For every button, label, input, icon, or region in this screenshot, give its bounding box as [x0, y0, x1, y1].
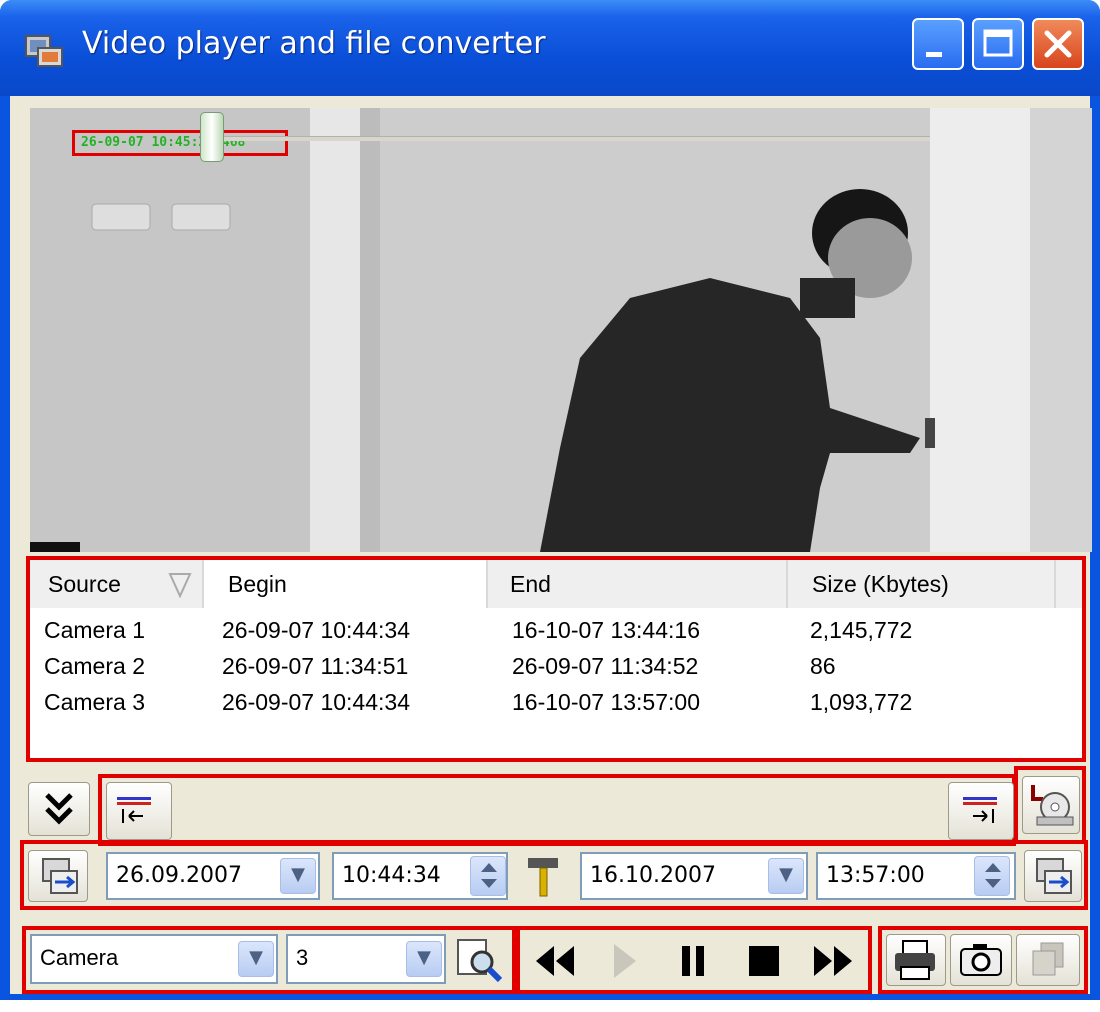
cell-begin: 26-09-07 10:44:34	[222, 689, 410, 715]
cell-source: Camera 1	[44, 617, 145, 643]
start-time-value: 10:44:34	[342, 863, 441, 888]
seek-slider-thumb[interactable]	[200, 112, 224, 162]
column-header-source[interactable]: Source	[48, 560, 121, 608]
cell-source: Camera 3	[44, 689, 145, 715]
hammer-icon	[528, 858, 558, 897]
sort-descending-icon[interactable]	[168, 572, 192, 598]
apply-range-left-button[interactable]	[28, 850, 88, 902]
rewind-button[interactable]	[522, 930, 586, 992]
cell-end: 16-10-07 13:57:00	[512, 689, 700, 715]
range-tool-button[interactable]	[516, 850, 570, 902]
end-time-value: 13:57:00	[826, 863, 925, 888]
header-separator[interactable]	[1054, 560, 1056, 608]
fast-forward-icon	[814, 946, 852, 976]
apply-range-right-button[interactable]	[1024, 850, 1082, 902]
end-date-value: 16.10.2007	[590, 863, 716, 888]
header-separator[interactable]	[486, 560, 488, 608]
timestamp-overlay: 26-09-07 10:45:23:468	[72, 130, 288, 156]
app-window: Video player and file converter 26-09-07…	[0, 0, 1100, 1000]
cell-begin: 26-09-07 10:44:34	[222, 617, 410, 643]
maximize-icon	[983, 29, 1013, 57]
apply-range-icon	[1036, 858, 1072, 894]
chevron-down-icon[interactable]: ▼	[280, 858, 316, 894]
column-header-begin[interactable]: Begin	[204, 560, 486, 608]
cell-begin: 26-09-07 11:34:51	[222, 653, 409, 679]
list-row[interactable]: Camera 2 26-09-07 11:34:51 26-09-07 11:3…	[30, 648, 1082, 684]
end-time-field[interactable]: 13:57:00	[816, 852, 1016, 900]
go-to-start-marker-icon	[117, 797, 151, 823]
play-button[interactable]	[592, 930, 656, 992]
cell-size: 2,145,772	[810, 617, 913, 643]
minimize-icon	[926, 52, 942, 57]
window-title: Video player and file converter	[82, 26, 546, 61]
source-type-value: Camera	[40, 945, 119, 970]
video-player-app-icon	[25, 35, 63, 67]
seek-highlight	[98, 774, 1016, 846]
source-type-dropdown[interactable]: Camera ▼	[30, 934, 278, 984]
end-date-picker[interactable]: 16.10.2007 ▼	[580, 852, 808, 900]
seek-track[interactable]	[210, 136, 930, 141]
copy-icon	[1032, 942, 1064, 976]
cell-end: 26-09-07 11:34:52	[512, 653, 699, 679]
snapshot-button[interactable]	[950, 934, 1012, 986]
cell-size: 86	[810, 653, 836, 679]
collapse-button[interactable]	[28, 782, 90, 836]
recordings-list[interactable]: Source Begin End Size (Kbytes) Camera 1 …	[26, 556, 1086, 762]
close-icon	[1044, 30, 1072, 58]
stop-icon	[749, 946, 779, 976]
fast-forward-button[interactable]	[802, 930, 866, 992]
video-view[interactable]: 26-09-07 10:45:23:468	[30, 108, 1092, 552]
column-header-end[interactable]: End	[510, 560, 551, 608]
pause-icon	[682, 946, 704, 976]
video-frame	[30, 108, 1092, 552]
snapshot-camera-icon	[960, 944, 1002, 976]
copy-button[interactable]	[1016, 934, 1080, 986]
apply-range-icon	[42, 858, 78, 894]
chevron-down-icon[interactable]: ▼	[238, 941, 274, 977]
list-header: Source Begin End Size (Kbytes)	[30, 560, 1082, 608]
chevron-down-icon[interactable]: ▼	[406, 941, 442, 977]
go-to-end-button[interactable]	[948, 782, 1014, 840]
print-icon	[895, 940, 935, 980]
source-number-dropdown[interactable]: 3 ▼	[286, 934, 446, 984]
rewind-icon	[536, 946, 574, 976]
go-to-end-marker-icon	[963, 797, 997, 823]
play-icon	[614, 944, 636, 978]
pause-button[interactable]	[662, 930, 726, 992]
stop-button[interactable]	[732, 930, 796, 992]
go-to-start-button[interactable]	[106, 782, 172, 840]
column-header-size[interactable]: Size (Kbytes)	[812, 560, 949, 608]
list-row[interactable]: Camera 1 26-09-07 10:44:34 16-10-07 13:4…	[30, 612, 1082, 648]
start-date-value: 26.09.2007	[116, 863, 242, 888]
start-time-spinner[interactable]	[470, 856, 506, 896]
search-button[interactable]	[452, 934, 508, 986]
client-area: 26-09-07 10:45:23:468 Source Begin End S…	[10, 96, 1092, 994]
start-time-field[interactable]: 10:44:34	[332, 852, 508, 900]
chevron-down-icon[interactable]: ▼	[768, 858, 804, 894]
start-date-picker[interactable]: 26.09.2007 ▼	[106, 852, 320, 900]
export-to-disc-icon	[1031, 785, 1074, 826]
double-chevron-down-icon	[45, 793, 73, 825]
export-button[interactable]	[1022, 776, 1080, 834]
cell-end: 16-10-07 13:44:16	[512, 617, 700, 643]
print-button[interactable]	[886, 934, 946, 986]
zoom-search-icon	[457, 939, 503, 983]
minimize-button[interactable]	[912, 18, 964, 70]
title-bar[interactable]: Video player and file converter	[0, 0, 1100, 96]
maximize-button[interactable]	[972, 18, 1024, 70]
list-row[interactable]: Camera 3 26-09-07 10:44:34 16-10-07 13:5…	[30, 684, 1082, 720]
close-button[interactable]	[1032, 18, 1084, 70]
source-number-value: 3	[296, 945, 309, 970]
header-separator[interactable]	[786, 560, 788, 608]
cell-source: Camera 2	[44, 653, 145, 679]
end-time-spinner[interactable]	[974, 856, 1010, 896]
cell-size: 1,093,772	[810, 689, 913, 715]
